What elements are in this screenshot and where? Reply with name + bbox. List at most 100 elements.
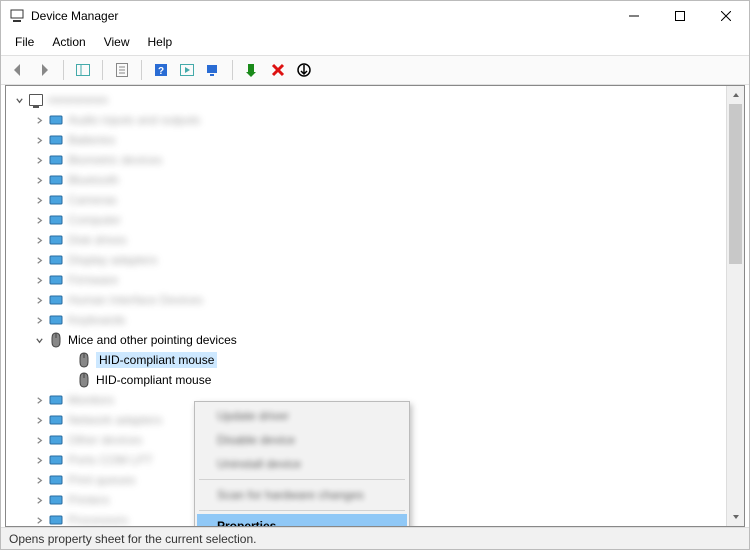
chevron-right-icon[interactable] <box>32 153 46 167</box>
chevron-down-icon[interactable] <box>32 333 46 347</box>
chevron-right-icon[interactable] <box>32 493 46 507</box>
tree-category-blurred[interactable]: Computer <box>6 210 726 230</box>
device-category-icon <box>48 292 64 308</box>
chevron-right-icon[interactable] <box>32 193 46 207</box>
device-category-icon <box>48 452 64 468</box>
device-category-icon <box>48 252 64 268</box>
device-category-icon <box>48 412 64 428</box>
category-label-blurred: Ports COM LPT <box>68 453 153 467</box>
chevron-right-icon[interactable] <box>32 133 46 147</box>
tree-device-hid-mouse[interactable]: HID-compliant mouse <box>6 370 726 390</box>
device-category-icon <box>48 232 64 248</box>
tree-root[interactable]: mmmmmm <box>6 90 726 110</box>
forward-button[interactable] <box>33 59 55 81</box>
mouse-icon <box>76 372 92 388</box>
category-label-blurred: Keyboards <box>68 313 125 327</box>
disable-button[interactable] <box>293 59 315 81</box>
tree-category-blurred[interactable]: Human Interface Devices <box>6 290 726 310</box>
category-label: Mice and other pointing devices <box>68 333 237 347</box>
app-icon <box>9 8 25 24</box>
device-category-icon <box>48 312 64 328</box>
toolbar-separator <box>141 60 142 80</box>
expander-placeholder <box>60 353 74 367</box>
category-label-blurred: Other devices <box>68 433 142 447</box>
tree-category-blurred[interactable]: Biometric devices <box>6 150 726 170</box>
tree-category-blurred[interactable]: Batteries <box>6 130 726 150</box>
chevron-right-icon[interactable] <box>32 173 46 187</box>
chevron-right-icon[interactable] <box>32 513 46 526</box>
tree-category-blurred[interactable]: Disk drives <box>6 230 726 250</box>
help-button[interactable]: ? <box>150 59 172 81</box>
chevron-right-icon[interactable] <box>32 453 46 467</box>
chevron-down-icon[interactable] <box>12 93 26 107</box>
tree-category-blurred[interactable]: Bluetooth <box>6 170 726 190</box>
expander-placeholder <box>60 373 74 387</box>
menu-action[interactable]: Action <box>44 33 93 51</box>
device-category-icon <box>48 212 64 228</box>
statusbar-text: Opens property sheet for the current sel… <box>9 532 256 546</box>
device-category-icon <box>48 512 64 526</box>
show-hide-tree-button[interactable] <box>72 59 94 81</box>
toolbar: ? <box>1 55 749 85</box>
chevron-right-icon[interactable] <box>32 273 46 287</box>
back-button[interactable] <box>7 59 29 81</box>
minimize-button[interactable] <box>611 1 657 31</box>
device-category-icon <box>48 112 64 128</box>
device-label: HID-compliant mouse <box>96 373 211 387</box>
category-label-blurred: Human Interface Devices <box>68 293 203 307</box>
tree-category-blurred[interactable]: Firmware <box>6 270 726 290</box>
chevron-right-icon[interactable] <box>32 393 46 407</box>
ctx-scan-hardware[interactable]: Scan for hardware changes <box>197 483 407 507</box>
tree-category-blurred[interactable]: Display adapters <box>6 250 726 270</box>
chevron-right-icon[interactable] <box>32 293 46 307</box>
maximize-button[interactable] <box>657 1 703 31</box>
close-button[interactable] <box>703 1 749 31</box>
menu-view[interactable]: View <box>96 33 138 51</box>
scroll-up-icon[interactable] <box>727 86 744 104</box>
scroll-thumb[interactable] <box>729 104 742 264</box>
ctx-uninstall-device[interactable]: Uninstall device <box>197 452 407 476</box>
tree-category-blurred[interactable]: Audio inputs and outputs <box>6 110 726 130</box>
category-label-blurred: Print queues <box>68 473 135 487</box>
window-title: Device Manager <box>31 9 118 23</box>
chevron-right-icon[interactable] <box>32 253 46 267</box>
menu-file[interactable]: File <box>7 33 42 51</box>
mouse-icon <box>48 332 64 348</box>
root-label: mmmmmm <box>48 93 108 107</box>
category-label-blurred: Disk drives <box>68 233 127 247</box>
ctx-disable-device[interactable]: Disable device <box>197 428 407 452</box>
action-button[interactable] <box>176 59 198 81</box>
vertical-scrollbar[interactable] <box>726 86 744 526</box>
update-driver-button[interactable] <box>241 59 263 81</box>
tree-category-blurred[interactable]: Keyboards <box>6 310 726 330</box>
device-category-icon <box>48 172 64 188</box>
statusbar: Opens property sheet for the current sel… <box>1 527 749 549</box>
device-category-icon <box>48 152 64 168</box>
chevron-right-icon[interactable] <box>32 233 46 247</box>
ctx-separator <box>199 479 405 480</box>
tree-category-blurred[interactable]: Cameras <box>6 190 726 210</box>
properties-button[interactable] <box>111 59 133 81</box>
tree-category-mice[interactable]: Mice and other pointing devices <box>6 330 726 350</box>
ctx-properties-label: Properties <box>217 519 276 527</box>
menubar: File Action View Help <box>1 31 749 55</box>
device-category-icon <box>48 192 64 208</box>
menu-help[interactable]: Help <box>140 33 181 51</box>
chevron-right-icon[interactable] <box>32 413 46 427</box>
titlebar: Device Manager <box>1 1 749 31</box>
ctx-update-driver[interactable]: Update driver <box>197 404 407 428</box>
chevron-right-icon[interactable] <box>32 473 46 487</box>
uninstall-button[interactable] <box>267 59 289 81</box>
category-label-blurred: Display adapters <box>68 253 157 267</box>
ctx-properties[interactable]: Properties <box>197 514 407 527</box>
device-manager-window: Device Manager File Action View Help ? <box>0 0 750 550</box>
scroll-down-icon[interactable] <box>727 508 744 526</box>
scan-hardware-button[interactable] <box>202 59 224 81</box>
chevron-right-icon[interactable] <box>32 213 46 227</box>
chevron-right-icon[interactable] <box>32 113 46 127</box>
tree-device-hid-mouse[interactable]: HID-compliant mouse <box>6 350 726 370</box>
category-label-blurred: Monitors <box>68 393 114 407</box>
chevron-right-icon[interactable] <box>32 313 46 327</box>
category-label-blurred: Cameras <box>68 193 117 207</box>
chevron-right-icon[interactable] <box>32 433 46 447</box>
